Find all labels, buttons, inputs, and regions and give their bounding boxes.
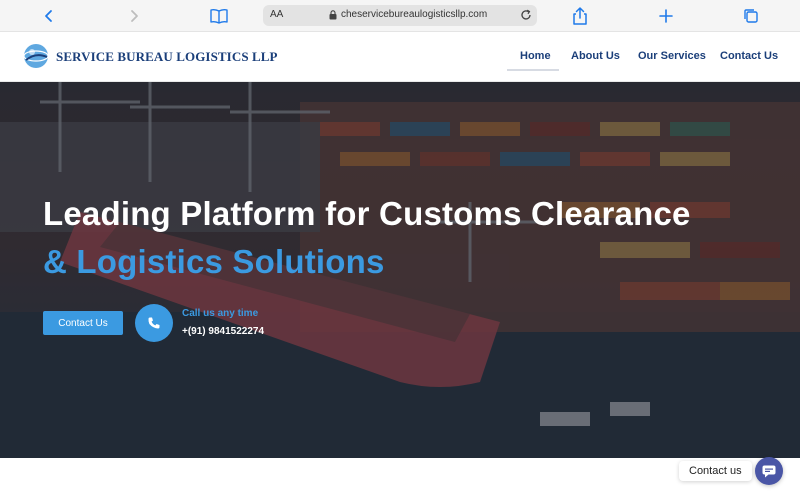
chat-widget-button[interactable] (755, 457, 783, 485)
nav-our-services[interactable]: Our Services (638, 50, 706, 62)
hero-headline-line1: Leading Platform for Customs Clearance (43, 195, 691, 232)
chevron-right-icon (131, 10, 138, 22)
bookmarks-button[interactable] (208, 5, 230, 27)
phone-button[interactable] (135, 304, 173, 342)
hero-contact-button[interactable]: Contact Us (43, 311, 123, 335)
plus-icon (659, 9, 673, 23)
nav-about-us[interactable]: About Us (571, 50, 620, 62)
nav-home[interactable]: Home (520, 50, 551, 62)
share-button[interactable] (569, 5, 591, 27)
phone-number[interactable]: +(91) 9841522274 (182, 326, 264, 337)
hero-section: Leading Platform for Customs Clearance &… (0, 82, 800, 458)
chevron-left-icon (45, 10, 52, 22)
book-icon (210, 8, 228, 24)
forward-button[interactable] (123, 5, 145, 27)
brand-name[interactable]: SERVICE BUREAU LOGISTICS LLP (56, 49, 278, 65)
back-button[interactable] (38, 5, 60, 27)
site-header: SERVICE BUREAU LOGISTICS LLP Home About … (0, 32, 800, 82)
phone-icon (148, 317, 160, 329)
tabs-icon (744, 9, 758, 23)
chat-icon (762, 465, 776, 477)
nav-active-indicator (507, 69, 559, 71)
call-label: Call us any time (182, 308, 259, 319)
globe-logo-icon[interactable] (22, 42, 50, 70)
lock-icon (329, 10, 337, 20)
chat-widget-label[interactable]: Contact us (679, 461, 752, 481)
hero-headline-line2: & Logistics Solutions (43, 243, 385, 280)
url-text[interactable]: cheservicebureaulogisticsllp.com (341, 9, 487, 20)
reload-icon[interactable] (519, 8, 533, 22)
nav-contact-us[interactable]: Contact Us (720, 50, 778, 62)
address-bar[interactable]: AA cheservicebureaulogisticsllp.com (263, 5, 537, 26)
browser-toolbar: AA cheservicebureaulogisticsllp.com (0, 0, 800, 32)
share-icon (573, 7, 587, 25)
text-size-button[interactable]: AA (270, 9, 283, 20)
new-tab-button[interactable] (655, 5, 677, 27)
tabs-button[interactable] (740, 5, 762, 27)
